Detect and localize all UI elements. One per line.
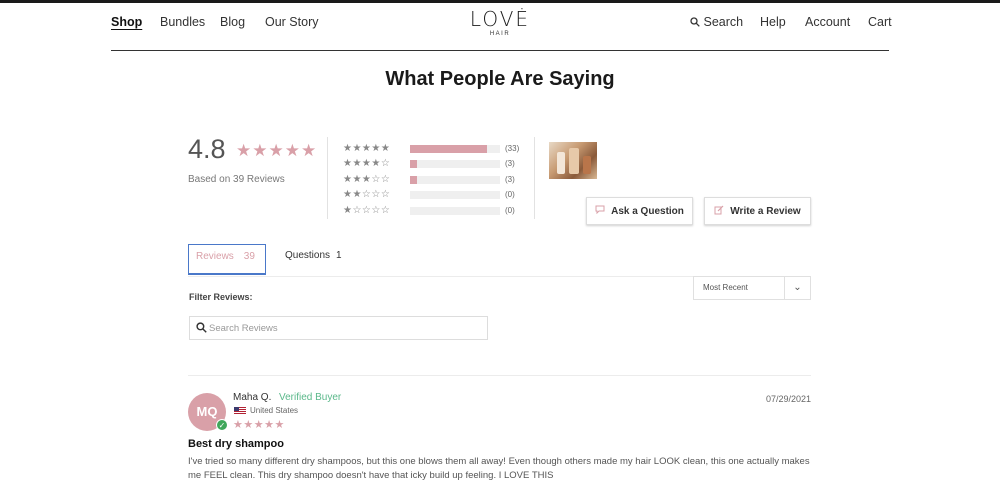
histogram-bar-fill <box>410 176 418 184</box>
tab-questions[interactable]: Questions 1 <box>285 250 342 261</box>
review-date: 07/29/2021 <box>765 394 811 404</box>
nav-cart[interactable]: Cart <box>868 15 892 29</box>
nav-account[interactable]: Account <box>805 15 850 29</box>
nav-our-story[interactable]: Our Story <box>265 15 319 29</box>
ask-question-button[interactable]: Ask a Question <box>586 197 693 225</box>
histogram-bar-fill <box>410 145 487 153</box>
review-body: I've tried so many different dry shampoo… <box>188 456 810 481</box>
based-on-count: Based on 39 Reviews <box>188 174 285 185</box>
customer-photo-thumbnail[interactable] <box>549 142 597 179</box>
histogram-bar-track <box>410 145 500 153</box>
pencil-icon <box>714 205 724 218</box>
logo-wordmark: LOVĖ <box>469 7 531 31</box>
average-rating: 4.8 <box>188 134 226 164</box>
brand-logo[interactable]: LOVĖ HAIR <box>460 8 540 38</box>
tab-questions-count: 1 <box>336 250 342 261</box>
review-divider <box>188 375 811 376</box>
write-review-button[interactable]: Write a Review <box>704 197 811 225</box>
nav-bundles[interactable]: Bundles <box>160 15 205 29</box>
search-reviews-input[interactable] <box>209 320 479 336</box>
histogram-bar-track <box>410 176 500 184</box>
histogram-stars: ★★★★☆ <box>343 158 391 169</box>
write-review-label: Write a Review <box>730 205 801 217</box>
histogram-count: (33) <box>505 144 520 153</box>
reviewer-country: United States <box>250 406 299 415</box>
tab-reviews[interactable]: Reviews 39 <box>188 244 266 275</box>
histogram-stars: ★★★★★ <box>343 143 391 154</box>
reviewer-name: Maha Q. <box>233 392 272 403</box>
histogram-bar-track <box>410 191 500 199</box>
histogram-count: (0) <box>505 206 515 215</box>
histogram-stars: ★☆☆☆☆ <box>343 205 391 216</box>
histogram-count: (3) <box>505 175 515 184</box>
tab-reviews-count: 39 <box>243 251 255 262</box>
histogram-bar-track <box>410 207 500 215</box>
histogram-bar-fill <box>410 160 418 168</box>
review-stars: ★★★★★ <box>233 419 285 431</box>
summary-divider <box>327 137 328 219</box>
us-flag-icon <box>234 407 246 415</box>
search-icon <box>690 17 700 27</box>
histogram-count: (3) <box>505 159 515 168</box>
chat-bubble-icon <box>595 205 605 217</box>
page-title: What People Are Saying <box>385 68 615 90</box>
nav-shop[interactable]: Shop <box>111 15 142 29</box>
chevron-down-icon: ⌄ <box>784 277 810 299</box>
verified-check-icon: ✓ <box>216 419 228 431</box>
tab-questions-label: Questions <box>285 250 331 261</box>
histogram-count: (0) <box>505 190 515 199</box>
nav-search-label: Search <box>703 15 744 29</box>
tab-reviews-label: Reviews <box>196 251 234 262</box>
nav-blog[interactable]: Blog <box>220 15 245 29</box>
histogram-bar-track <box>410 160 500 168</box>
logo-subtitle: HAIR <box>489 31 511 37</box>
search-reviews-field <box>189 316 488 340</box>
average-stars: ★★★★★ <box>236 141 318 160</box>
ask-question-label: Ask a Question <box>611 205 684 217</box>
header-divider <box>111 50 889 51</box>
histogram-stars: ★★☆☆☆ <box>343 189 391 200</box>
nav-search[interactable]: Search <box>690 15 743 29</box>
nav-help[interactable]: Help <box>760 15 786 29</box>
verified-buyer-label: Verified Buyer <box>279 392 342 403</box>
top-border <box>0 0 1000 3</box>
search-icon <box>196 322 207 333</box>
review-title: Best dry shampoo <box>188 438 284 450</box>
histogram-divider <box>534 137 535 219</box>
sort-select[interactable]: Most Recent ⌄ <box>693 276 811 300</box>
histogram-stars: ★★★☆☆ <box>343 174 391 185</box>
sort-selected-value: Most Recent <box>703 283 748 292</box>
filter-label: Filter Reviews: <box>189 292 253 302</box>
